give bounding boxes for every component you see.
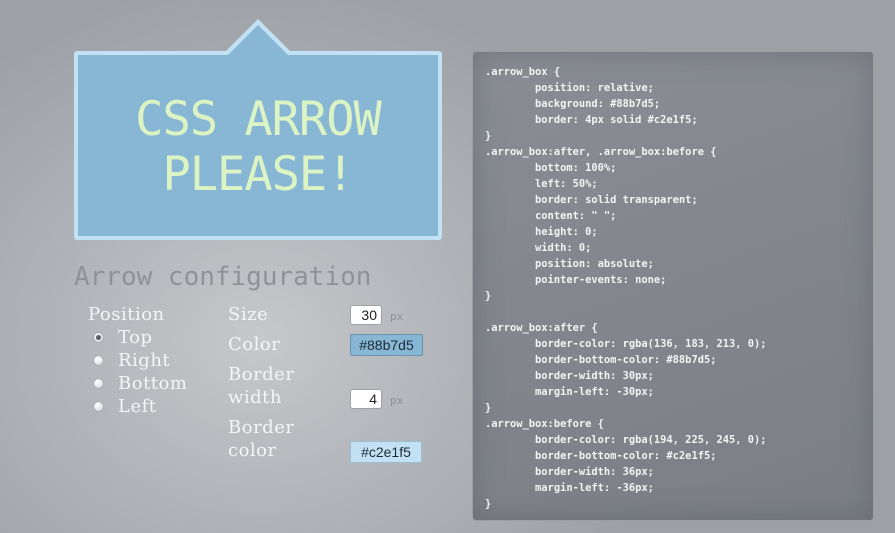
color-label: Color xyxy=(228,334,281,355)
border-width-unit: px xyxy=(390,394,404,407)
position-option-bottom[interactable]: Bottom xyxy=(93,373,187,394)
size-unit: px xyxy=(390,310,404,323)
border-width-input[interactable]: 4 xyxy=(350,389,382,409)
code-output[interactable]: .arrow_box { position: relative; backgro… xyxy=(485,64,873,512)
size-input[interactable]: 30 xyxy=(350,305,382,325)
radio-label-left: Left xyxy=(118,396,157,417)
preview-text-line2: PLEASE! xyxy=(162,146,354,202)
color-picker-button[interactable]: #88b7d5 xyxy=(350,334,423,356)
arrow-preview-box: CSS ARROW PLEASE! xyxy=(74,19,442,240)
position-option-right[interactable]: Right xyxy=(93,350,170,371)
config-title: Arrow configuration xyxy=(74,262,372,292)
border-color-picker-button[interactable]: #c2e1f5 xyxy=(350,441,422,463)
preview-text-line1: CSS ARROW xyxy=(135,91,382,147)
code-output-panel[interactable]: .arrow_box { position: relative; backgro… xyxy=(472,51,874,521)
radio-label-top: Top xyxy=(118,327,153,348)
position-option-left[interactable]: Left xyxy=(93,396,157,417)
border-color-label-line2: color xyxy=(228,440,277,461)
radio-left[interactable] xyxy=(93,401,104,412)
position-option-top[interactable]: Top xyxy=(93,327,152,348)
radio-label-bottom: Bottom xyxy=(118,373,188,394)
radio-top[interactable] xyxy=(93,332,104,343)
border-width-label-line2: width xyxy=(228,387,283,408)
border-width-label-line1: Border xyxy=(228,364,295,385)
size-label: Size xyxy=(228,304,269,325)
border-color-label-line1: Border xyxy=(228,417,295,438)
radio-label-right: Right xyxy=(118,350,171,371)
position-label: Position xyxy=(88,304,165,325)
radio-right[interactable] xyxy=(93,355,104,366)
preview-text: CSS ARROW PLEASE! xyxy=(135,91,382,202)
radio-bottom[interactable] xyxy=(93,378,104,389)
